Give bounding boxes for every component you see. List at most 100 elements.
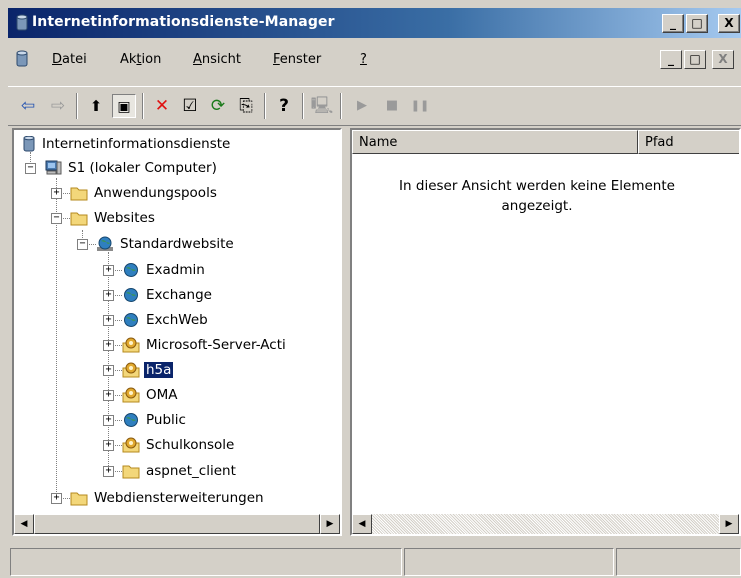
expand-icon[interactable]: + xyxy=(51,188,62,199)
child-close-button[interactable]: X xyxy=(712,50,734,69)
empty-list-message: In dieser Ansicht werden keine Elemente … xyxy=(399,178,675,214)
menu-ansicht-mnemonic: A xyxy=(193,52,202,67)
status-bar xyxy=(8,546,741,578)
folder-icon xyxy=(122,465,140,479)
up-folder-icon[interactable]: ⬆ xyxy=(84,94,108,118)
status-panel xyxy=(10,548,402,576)
scroll-left-arrow-icon[interactable]: ◀ xyxy=(14,514,34,534)
tree-item-oma[interactable]: + OMA xyxy=(14,383,340,408)
tree-item-label: OMA xyxy=(146,387,178,403)
toolbar-separator xyxy=(302,93,304,119)
help-icon[interactable]: ? xyxy=(272,94,296,118)
expand-icon[interactable]: + xyxy=(103,290,114,301)
menu-fenster-label: enster xyxy=(279,52,322,67)
expand-icon[interactable]: + xyxy=(51,493,62,504)
tree-item-label: Anwendungspools xyxy=(94,185,217,201)
tree-item-default-website[interactable]: − Standardwebsite xyxy=(14,232,340,257)
export-list-icon[interactable]: ⎘ xyxy=(234,94,258,118)
scroll-right-arrow-icon[interactable]: ▶ xyxy=(719,514,739,534)
tree-horizontal-scrollbar[interactable]: ◀ ▶ xyxy=(14,514,340,534)
gear-icon xyxy=(122,387,140,403)
stop-icon[interactable]: ■ xyxy=(380,94,404,118)
expand-icon[interactable]: + xyxy=(103,415,114,426)
gear-icon xyxy=(122,437,140,453)
tree-item-label: Exchange xyxy=(146,287,212,303)
tree-item-label: Microsoft-Server-Acti xyxy=(146,337,286,353)
scroll-thumb[interactable] xyxy=(34,514,320,534)
folder-icon xyxy=(70,492,88,506)
expand-icon[interactable]: + xyxy=(103,315,114,326)
tree-item-computer[interactable]: − S1 (lokaler Computer) xyxy=(14,156,340,181)
pause-icon[interactable]: ❚❚ xyxy=(408,94,432,118)
tree-item-exchange[interactable]: + Exchange xyxy=(14,283,340,308)
back-arrow-icon[interactable]: ⇦ xyxy=(16,94,40,118)
tree-item-label: Public xyxy=(146,412,186,428)
gear-icon xyxy=(122,337,140,353)
connect-computer-icon[interactable]: 🖳 xyxy=(310,94,334,118)
properties-icon[interactable]: ☑ xyxy=(178,94,202,118)
menu-aktion[interactable]: Aktion xyxy=(120,52,161,67)
tree-item-web-service-extensions[interactable]: + Webdiensterweiterungen xyxy=(14,486,340,511)
computer-icon xyxy=(45,160,62,175)
menu-help[interactable]: ? xyxy=(360,52,367,67)
list-pane[interactable]: Name Pfad In dieser Ansicht werden keine… xyxy=(350,128,741,536)
refresh-icon[interactable]: ⟳ xyxy=(206,94,230,118)
expand-icon[interactable]: + xyxy=(103,340,114,351)
column-header-path[interactable]: Pfad xyxy=(638,130,739,154)
tree-item-label: Websites xyxy=(94,210,155,226)
tree-item-exadmin[interactable]: + Exadmin xyxy=(14,258,340,283)
tree-item-app-pools[interactable]: + Anwendungspools xyxy=(14,181,340,206)
globe-icon xyxy=(124,313,138,327)
expand-icon[interactable]: + xyxy=(103,440,114,451)
menu-datei[interactable]: Datei xyxy=(52,52,87,67)
tree-item-label: Internetinformationsdienste xyxy=(42,136,231,152)
document-icon[interactable] xyxy=(14,50,30,68)
tree-item-label: ExchWeb xyxy=(146,312,208,328)
scroll-right-arrow-icon[interactable]: ▶ xyxy=(320,514,340,534)
collapse-icon[interactable]: − xyxy=(77,239,88,250)
show-tree-icon[interactable]: ▣ xyxy=(112,94,136,118)
tree-pane[interactable]: Internetinformationsdienste − S1 (lokale… xyxy=(12,128,342,536)
menu-bar: Datei Aktion Ansicht Fenster ? _ □ X xyxy=(8,38,741,86)
toolbar-separator xyxy=(264,93,266,119)
collapse-icon[interactable]: − xyxy=(51,213,62,224)
tree-item-websites[interactable]: − Websites xyxy=(14,206,340,231)
tree-item-exchweb[interactable]: + ExchWeb xyxy=(14,308,340,333)
column-header-name[interactable]: Name xyxy=(352,130,638,154)
tree-item-public[interactable]: + Public xyxy=(14,408,340,433)
menu-datei-mnemonic: D xyxy=(52,52,63,67)
title-bar[interactable]: Internetinformationsdienste-Manager _ □ … xyxy=(8,8,741,38)
expand-icon[interactable]: + xyxy=(103,390,114,401)
tree-item-label: Schulkonsole xyxy=(146,437,235,453)
globe-icon xyxy=(124,413,138,427)
tree-item-label: aspnet_client xyxy=(146,463,236,479)
child-restore-button[interactable]: □ xyxy=(684,50,706,69)
tree-item-root[interactable]: Internetinformationsdienste xyxy=(14,132,340,157)
gear-icon xyxy=(122,362,140,378)
collapse-icon[interactable]: − xyxy=(25,163,36,174)
maximize-button[interactable]: □ xyxy=(686,14,708,33)
start-icon[interactable]: ▶ xyxy=(350,94,374,118)
delete-icon[interactable]: ✕ xyxy=(150,94,174,118)
forward-arrow-icon[interactable]: ⇨ xyxy=(46,94,70,118)
menu-aktion-label-start: Ak xyxy=(120,52,137,67)
menu-ansicht-label: nsicht xyxy=(201,52,242,67)
tree-item-label: S1 (lokaler Computer) xyxy=(68,160,217,176)
tree-item-h5a[interactable]: + h5a xyxy=(14,358,340,383)
menu-ansicht[interactable]: Ansicht xyxy=(193,52,241,67)
menu-aktion-label-end: ion xyxy=(141,52,162,67)
toolbar-separator xyxy=(340,93,342,119)
expand-icon[interactable]: + xyxy=(103,265,114,276)
list-horizontal-scrollbar[interactable]: ◀ ▶ xyxy=(352,514,739,534)
status-panel xyxy=(404,548,614,576)
tree-item-aspnet-client[interactable]: + aspnet_client xyxy=(14,459,340,484)
expand-icon[interactable]: + xyxy=(103,466,114,477)
tree-item-microsoft-server-activesync[interactable]: + Microsoft-Server-Acti xyxy=(14,333,340,358)
minimize-button[interactable]: _ xyxy=(662,14,684,33)
child-minimize-button[interactable]: _ xyxy=(660,50,682,69)
tree-item-schulkonsole[interactable]: + Schulkonsole xyxy=(14,433,340,458)
close-button[interactable]: X xyxy=(718,14,740,33)
menu-fenster[interactable]: Fenster xyxy=(273,52,321,67)
expand-icon[interactable]: + xyxy=(103,365,114,376)
scroll-left-arrow-icon[interactable]: ◀ xyxy=(352,514,372,534)
